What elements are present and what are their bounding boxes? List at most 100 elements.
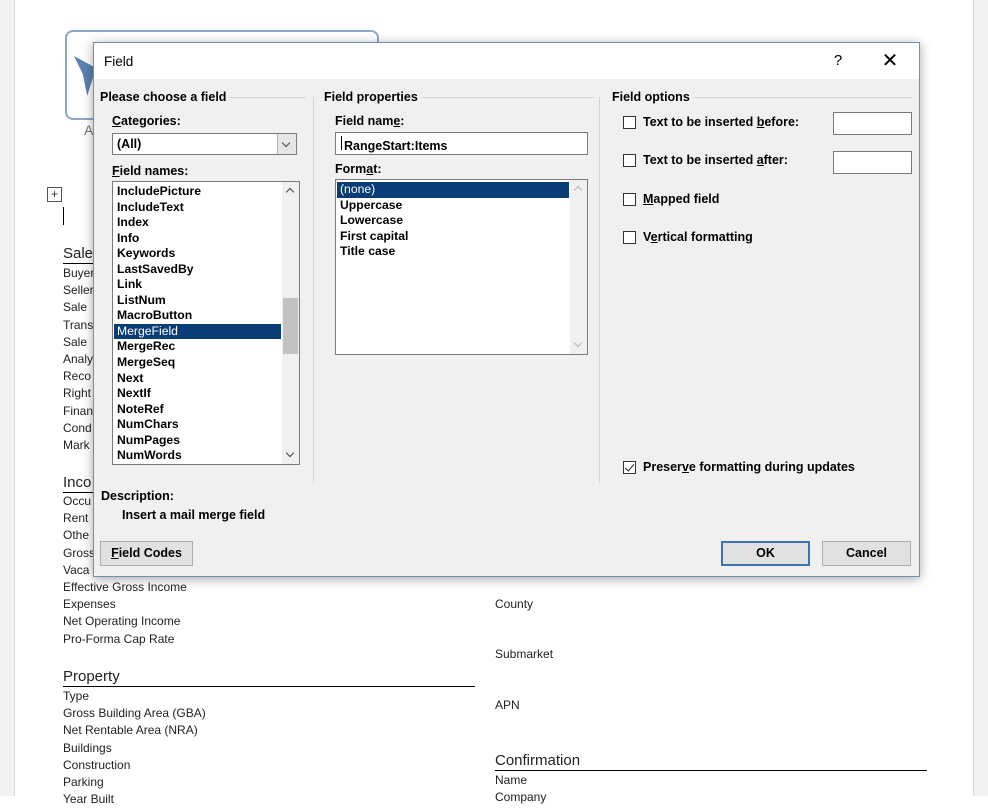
doc-field-label: Sale xyxy=(63,334,88,349)
field-name-item[interactable]: MergeField xyxy=(114,323,281,340)
field-name-item[interactable]: NumWords xyxy=(114,448,281,464)
text-after-checkbox[interactable] xyxy=(623,154,636,167)
section-heading-income: Inco xyxy=(63,474,92,491)
scroll-thumb[interactable] xyxy=(283,298,298,354)
format-item[interactable]: First capital xyxy=(337,229,569,245)
section-heading-property: Property xyxy=(63,668,120,685)
page-right-margin xyxy=(973,0,988,796)
field-names-list[interactable]: IncludePicture IncludeText Index Info Keywor… xyxy=(112,181,300,465)
group-label-choose: Please choose a field xyxy=(100,90,231,104)
field-name-item[interactable]: Next xyxy=(114,371,281,387)
doc-field-label: Pro-Forma Cap Rate xyxy=(63,631,175,646)
section-rule xyxy=(495,770,927,771)
field-dialog: Field ? ✕ Please choose a field Field pr… xyxy=(93,42,920,577)
doc-field-label: Sale xyxy=(63,300,88,315)
format-label: Format: xyxy=(335,162,382,176)
doc-label-submarket: Submarket xyxy=(495,647,554,661)
scroll-down-icon[interactable] xyxy=(282,446,299,464)
doc-logo-letter: A xyxy=(84,122,94,138)
doc-field-label: Expenses xyxy=(63,597,116,612)
doc-field-label: Net Rentable Area (NRA) xyxy=(63,723,198,738)
field-name-item[interactable]: MergeRec xyxy=(114,339,281,355)
format-item[interactable]: (none) xyxy=(337,182,569,198)
doc-field-label: Cond xyxy=(63,420,92,435)
field-name-item[interactable]: MacroButton xyxy=(114,308,281,324)
property-field-list: Type Gross Building Area (GBA) Net Rentabl… xyxy=(63,688,323,808)
doc-field-label: Effective Gross Income xyxy=(63,579,187,594)
doc-field-label: Name xyxy=(495,773,528,787)
format-list[interactable]: (none) Uppercase Lowercase First capital Tit… xyxy=(335,179,588,355)
field-names-scrollbar[interactable] xyxy=(282,182,299,464)
vertical-formatting-label: Vertical formatting xyxy=(643,230,753,244)
field-name-item[interactable]: NumChars xyxy=(114,417,281,433)
scroll-up-icon[interactable] xyxy=(570,180,587,198)
doc-field-label: Finan xyxy=(63,403,93,418)
group-label-properties: Field properties xyxy=(324,90,422,104)
text-after-input[interactable] xyxy=(833,151,912,174)
categories-label: Categories: xyxy=(112,114,181,128)
group-separator xyxy=(599,97,600,483)
description-text: Insert a mail merge field xyxy=(122,508,266,522)
field-name-item[interactable]: Info xyxy=(114,231,281,247)
doc-field-label: Trans xyxy=(63,317,93,332)
field-name-item[interactable]: Keywords xyxy=(114,246,281,262)
doc-field-label: Buildings xyxy=(63,740,112,755)
section-heading-sale: Sale xyxy=(63,245,94,262)
doc-field-label: Year Built xyxy=(63,792,114,807)
field-name-item[interactable]: NextIf xyxy=(114,386,281,402)
field-name-item[interactable]: LastSavedBy xyxy=(114,262,281,278)
text-before-checkbox[interactable] xyxy=(623,116,636,129)
doc-field-label: Parking xyxy=(63,774,104,789)
field-name-item[interactable]: MergeSeq xyxy=(114,355,281,371)
section-heading-confirmation: Confirmation xyxy=(495,752,581,769)
group-separator xyxy=(313,97,314,483)
text-caret xyxy=(341,136,342,150)
doc-field-label: Company xyxy=(495,790,547,805)
field-name-label: Field name: xyxy=(335,114,405,128)
mapped-field-checkbox[interactable] xyxy=(623,193,636,206)
format-item[interactable]: Lowercase xyxy=(337,213,569,229)
dialog-titlebar: Field ? ✕ xyxy=(94,43,919,79)
field-name-item[interactable]: NumPages xyxy=(114,433,281,449)
confirmation-field-list: Name Company xyxy=(495,772,695,806)
page-left-margin xyxy=(0,0,15,796)
doc-field-label: Seller xyxy=(63,283,93,298)
field-name-item[interactable]: ListNum xyxy=(114,293,281,309)
field-codes-button[interactable]: Field Codes xyxy=(100,541,193,566)
help-button[interactable]: ? xyxy=(830,49,846,73)
field-name-item[interactable]: Index xyxy=(114,215,281,231)
ok-button[interactable]: OK xyxy=(721,541,810,566)
field-name-item[interactable]: Link xyxy=(114,277,281,293)
doc-field-label: Buyer xyxy=(63,266,93,280)
doc-field-label: Construction xyxy=(63,757,131,772)
doc-label-county: County xyxy=(495,597,534,611)
categories-dropdown[interactable]: (All) xyxy=(112,133,297,155)
preserve-formatting-label: Preserve formatting during updates xyxy=(643,460,855,474)
format-scrollbar[interactable] xyxy=(570,180,587,354)
field-name-input[interactable]: RangeStart:Items xyxy=(335,132,588,155)
text-before-input[interactable] xyxy=(833,112,912,135)
section-rule xyxy=(63,686,475,687)
doc-field-label: Right xyxy=(63,386,92,401)
text-before-label: Text to be inserted before: xyxy=(643,115,800,129)
preserve-formatting-checkbox[interactable] xyxy=(623,461,636,474)
doc-field-label: Reco xyxy=(63,369,92,384)
format-item[interactable]: Title case xyxy=(337,244,569,260)
scroll-up-icon[interactable] xyxy=(282,182,299,200)
dialog-title: Field xyxy=(104,54,134,69)
table-move-handle-icon[interactable]: + xyxy=(47,187,62,202)
vertical-formatting-checkbox[interactable] xyxy=(623,231,636,244)
field-name-item[interactable]: NoteRef xyxy=(114,402,281,418)
doc-field-label: Type xyxy=(63,689,90,703)
field-name-item[interactable]: IncludeText xyxy=(114,200,281,216)
doc-field-label: Mark xyxy=(63,437,90,452)
doc-field-label: Gross Building Area (GBA) xyxy=(63,706,206,721)
sale-field-list: Buyer Seller Sale Trans Sale Analy Reco Right Fi… xyxy=(63,265,93,454)
field-name-item[interactable]: IncludePicture xyxy=(114,184,281,200)
chevron-down-icon[interactable] xyxy=(277,134,296,154)
cancel-button[interactable]: Cancel xyxy=(822,541,911,566)
scroll-down-icon[interactable] xyxy=(570,336,587,354)
close-button[interactable]: ✕ xyxy=(878,49,902,73)
format-item[interactable]: Uppercase xyxy=(337,198,569,214)
group-label-options: Field options xyxy=(612,90,694,104)
